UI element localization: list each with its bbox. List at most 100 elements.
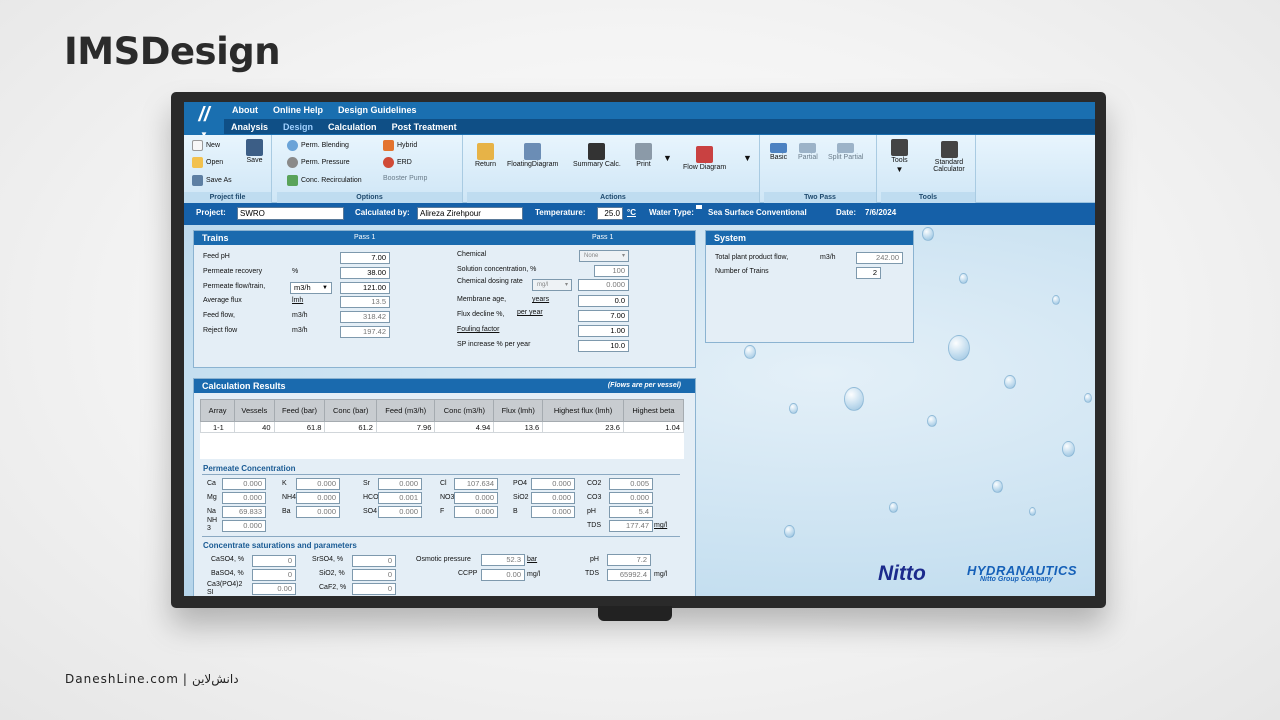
temperature-unit[interactable]: °C	[627, 208, 636, 217]
tab-design[interactable]: Design	[283, 122, 313, 132]
ion-field[interactable]: 0.000	[454, 492, 498, 504]
solution-concentration-input[interactable]: 100	[594, 265, 629, 277]
train-param-field[interactable]: 121.00	[340, 282, 390, 294]
membrane-age-unit[interactable]: years	[532, 296, 549, 303]
flux-decline-input[interactable]: 7.00	[578, 310, 629, 322]
erd-button[interactable]: ERD	[383, 157, 412, 168]
flow-unit-select[interactable]: m3/h ▼	[290, 282, 332, 294]
summary-calc-button[interactable]: Summary Calc.	[573, 143, 621, 168]
dosing-unit-select[interactable]: mg/l ▾	[532, 279, 572, 291]
table-row[interactable]: 1-1 40 61.8 61.2 7.96 4.94 13.6 23.6 1.04	[199, 421, 685, 433]
tab-analysis[interactable]: Analysis	[231, 122, 268, 132]
permeate-tds-field[interactable]: 177.47	[609, 520, 653, 532]
ion-field[interactable]: 0.000	[296, 492, 340, 504]
capo4-field[interactable]: 0.00	[252, 583, 296, 595]
nh3-field[interactable]: 0.000	[222, 520, 266, 532]
water-type-value[interactable]: Sea Surface Conventional	[708, 208, 807, 217]
ion-field[interactable]: 0.001	[378, 492, 422, 504]
system-panel: System Total plant product flow, m3/h 24…	[705, 230, 914, 343]
basic-pass-icon	[770, 143, 788, 153]
hybrid-button[interactable]: Hybrid	[383, 140, 417, 151]
print-dropdown-icon[interactable]: ▼	[663, 153, 672, 163]
flow-diagram-button[interactable]: Flow Diagram	[683, 146, 726, 171]
train-param-field[interactable]: 197.42	[340, 326, 390, 338]
permeate-tds-unit[interactable]: mg/l	[654, 522, 667, 529]
permeate-title: Permeate Concentration	[203, 464, 296, 473]
ion-field[interactable]: 0.000	[531, 492, 575, 504]
train-param-field[interactable]: 38.00	[340, 267, 390, 279]
partial-button[interactable]: Partial	[798, 143, 818, 161]
trains-header: Trains Pass 1 Pass 1	[194, 231, 695, 245]
standard-calculator-button[interactable]: Standard Calculator	[929, 141, 969, 173]
calculated-by-input[interactable]	[417, 207, 523, 220]
concentrate-ph-field[interactable]: 7.2	[607, 554, 651, 566]
flow-dropdown-icon[interactable]: ▼	[743, 153, 752, 163]
menu-design-guidelines[interactable]: Design Guidelines	[338, 105, 417, 115]
project-name-input[interactable]	[237, 207, 344, 220]
ccpp-field[interactable]: 0.00	[481, 569, 525, 581]
train-param-field[interactable]: 13.5	[340, 296, 390, 308]
sio2-field[interactable]: 0	[352, 569, 396, 581]
temperature-input[interactable]	[597, 207, 623, 220]
number-of-trains-input[interactable]: 2	[856, 267, 881, 279]
osmotic-pressure-field[interactable]: 52.3	[481, 554, 525, 566]
return-button[interactable]: Return	[475, 143, 496, 168]
train-param-field[interactable]: 318.42	[340, 311, 390, 323]
ion-field[interactable]: 0.005	[609, 478, 653, 490]
caf2-field[interactable]: 0	[352, 583, 396, 595]
split-partial-button[interactable]: Split Partial	[828, 143, 863, 161]
concentrate-tds-field[interactable]: 65992.4	[607, 569, 651, 581]
print-button[interactable]: Print	[635, 143, 652, 168]
basic-button[interactable]: Basic	[770, 143, 787, 161]
osmotic-pressure-unit[interactable]: bar	[527, 556, 537, 563]
baso4-field[interactable]: 0	[252, 569, 296, 581]
menu-about[interactable]: About	[232, 105, 258, 115]
save-as-button[interactable]: Save As	[192, 175, 232, 186]
ion-field[interactable]: 107.634	[454, 478, 498, 490]
srso4-field[interactable]: 0	[352, 555, 396, 567]
results-column-header: Highest beta	[622, 399, 685, 422]
tools-button[interactable]: Tools ▼	[891, 139, 908, 174]
floating-diagram-button[interactable]: FloatingDiagram	[507, 143, 558, 168]
new-button[interactable]: New	[192, 140, 220, 151]
ion-field[interactable]: 0.000	[454, 506, 498, 518]
open-button[interactable]: Open	[192, 157, 223, 168]
ion-field[interactable]: 0.000	[296, 506, 340, 518]
total-plant-flow-input[interactable]: 242.00	[856, 252, 903, 264]
tab-post-treatment[interactable]: Post Treatment	[392, 122, 457, 132]
ion-field[interactable]: 0.000	[296, 478, 340, 490]
conc-recirc-label: Conc. Recirculation	[301, 177, 362, 184]
train-param-field[interactable]: 7.00	[340, 252, 390, 264]
fouling-factor-label[interactable]: Fouling factor	[457, 326, 499, 333]
perm-pressure-button[interactable]: Perm. Pressure	[287, 157, 350, 168]
booster-pump-button[interactable]: Booster Pump	[383, 175, 427, 182]
capo4-label: Ca3(PO4)2 SI	[207, 581, 243, 596]
flux-decline-unit[interactable]: per year	[517, 309, 543, 316]
save-button[interactable]: Save	[246, 139, 263, 164]
fouling-factor-input[interactable]: 1.00	[578, 325, 629, 337]
caso4-field[interactable]: 0	[252, 555, 296, 567]
water-type-marker-icon[interactable]	[696, 205, 702, 209]
ion-field[interactable]: 5.4	[609, 506, 653, 518]
ion-field[interactable]: 0.000	[531, 506, 575, 518]
ion-field[interactable]: 0.000	[222, 492, 266, 504]
concentrate-ph-label: pH	[590, 556, 599, 563]
app-logo-icon[interactable]: //▼	[189, 104, 219, 139]
chemical-dosing-input[interactable]: 0.000	[578, 279, 629, 291]
results-header-row: Array Vessels Feed (bar) Conc (bar) Feed (m3…	[199, 399, 685, 422]
menu-online-help[interactable]: Online Help	[273, 105, 323, 115]
train-param-unit[interactable]: lmh	[292, 297, 303, 304]
ion-field[interactable]: 0.000	[378, 506, 422, 518]
chemical-select[interactable]: None ▾	[579, 250, 629, 262]
ion-field[interactable]: 0.000	[609, 492, 653, 504]
conc-recirc-button[interactable]: Conc. Recirculation	[287, 175, 362, 186]
ion-field[interactable]: 0.000	[378, 478, 422, 490]
tab-calculation[interactable]: Calculation	[328, 122, 377, 132]
sp-increase-input[interactable]: 10.0	[578, 340, 629, 352]
ion-field[interactable]: 0.000	[531, 478, 575, 490]
perm-blending-button[interactable]: Perm. Blending	[287, 140, 349, 151]
ion-field[interactable]: 69.833	[222, 506, 266, 518]
results-column-header: Flux (lmh)	[493, 399, 544, 422]
membrane-age-input[interactable]: 0.0	[578, 295, 629, 307]
ion-field[interactable]: 0.000	[222, 478, 266, 490]
